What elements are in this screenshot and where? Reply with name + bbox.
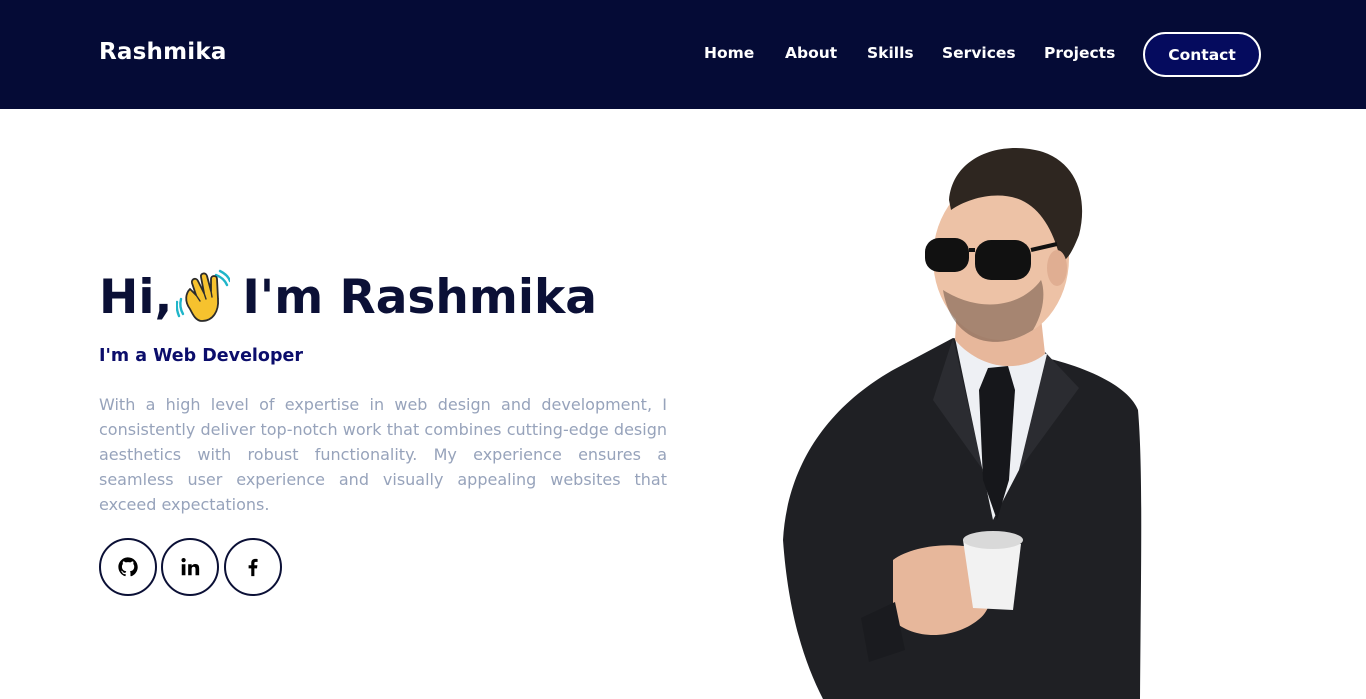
hero-description: With a high level of expertise in web de…: [99, 395, 667, 514]
nav-link-services[interactable]: Services: [942, 44, 1016, 62]
github-link[interactable]: [99, 538, 157, 596]
navbar: Rashmika Home About Skills Services Proj…: [0, 0, 1366, 109]
nav-link-about[interactable]: About: [785, 44, 837, 62]
linkedin-link[interactable]: [161, 538, 219, 596]
hero-greeting: Hi,: [99, 269, 173, 325]
facebook-link[interactable]: [224, 538, 282, 596]
portrait-image: [783, 140, 1143, 699]
github-icon: [118, 557, 138, 577]
contact-button[interactable]: Contact: [1143, 32, 1261, 77]
nav-link-projects[interactable]: Projects: [1044, 44, 1115, 62]
linkedin-icon: [181, 558, 200, 576]
hero-name: I'm Rashmika: [242, 269, 597, 325]
facebook-icon: [248, 558, 258, 577]
nav-link-home[interactable]: Home: [704, 44, 754, 62]
waving-hand-icon: [175, 269, 232, 325]
hero-title: Hi, I'm Rashmika: [99, 266, 597, 328]
hero-subtitle: I'm a Web Developer: [99, 346, 303, 366]
nav-link-skills[interactable]: Skills: [867, 44, 914, 62]
